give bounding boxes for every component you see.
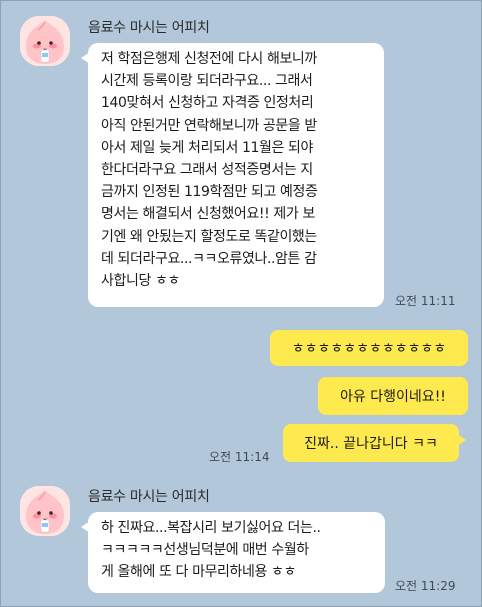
message-line: 한다더라구요 그래서 성적증명서는 지 <box>101 162 313 179</box>
message-line: 저 학점은행제 신청전에 다시 해보니까 <box>101 51 317 67</box>
message-line: 기엔 왜 안됬는지 할정도로 똑같이했는 <box>101 228 317 245</box>
message-line: 시간제 등록이랑 되더라구요... 그래서 <box>101 73 313 90</box>
my-message-bubble[interactable]: 진짜.. 끝나갑니다 ㅋㅋ <box>283 424 466 462</box>
my-message-bubble[interactable]: ㅎㅎㅎㅎㅎㅎㅎㅎㅎㅎㅎㅎ <box>270 330 468 366</box>
avatar[interactable] <box>20 16 70 66</box>
message-timestamp: 오전 11:11 <box>395 294 456 308</box>
message-line: 아직 안된거만 연락해보니까 공문을 받 <box>101 117 317 134</box>
apeach-avatar-icon <box>20 486 70 536</box>
message-line: 하 진짜요...복잡시리 보기싫어요 더는.. <box>101 520 321 536</box>
message-line: 140맞혀서 신청하고 자격증 인정처리 <box>101 95 314 112</box>
message-line: 사합니당 ㅎㅎ <box>101 273 180 290</box>
avatar[interactable] <box>20 486 70 536</box>
message-line: 데 되더라구요...ㅋㅋ오류였나..암튼 감 <box>101 250 317 267</box>
message-bubble[interactable]: 저 학점은행제 신청전에 다시 해보니까 시간제 등록이랑 되더라구요... 그… <box>81 43 384 307</box>
message-line: 아서 제일 늦게 처리되서 11월은 되야 <box>101 139 313 156</box>
message-bubble[interactable]: 하 진짜요...복잡시리 보기싫어요 더는.. ㅋㅋㅋㅋㅋ선생님덕분에 매번 수… <box>81 512 385 593</box>
message-timestamp: 오전 11:29 <box>395 579 456 593</box>
message-line: ㅋㅋㅋㅋㅋ선생님덕분에 매번 수월하 <box>101 542 309 559</box>
message-timestamp: 오전 11:14 <box>209 450 270 464</box>
message-line: 금까지 인정된 119학점만 되고 예정증 <box>101 184 318 201</box>
my-message-bubble[interactable]: 아유 다행이네요!! <box>318 377 468 415</box>
apeach-avatar-icon <box>20 16 70 66</box>
sender-name: 음료수 마시는 어피치 <box>88 20 210 36</box>
message-line: 명서는 해결되서 신청했어요!! 제가 보 <box>101 206 315 223</box>
message-line: 게 올해에 또 다 마무리하네용 ㅎㅎ <box>101 564 296 581</box>
sender-name: 음료수 마시는 어피치 <box>88 489 210 505</box>
